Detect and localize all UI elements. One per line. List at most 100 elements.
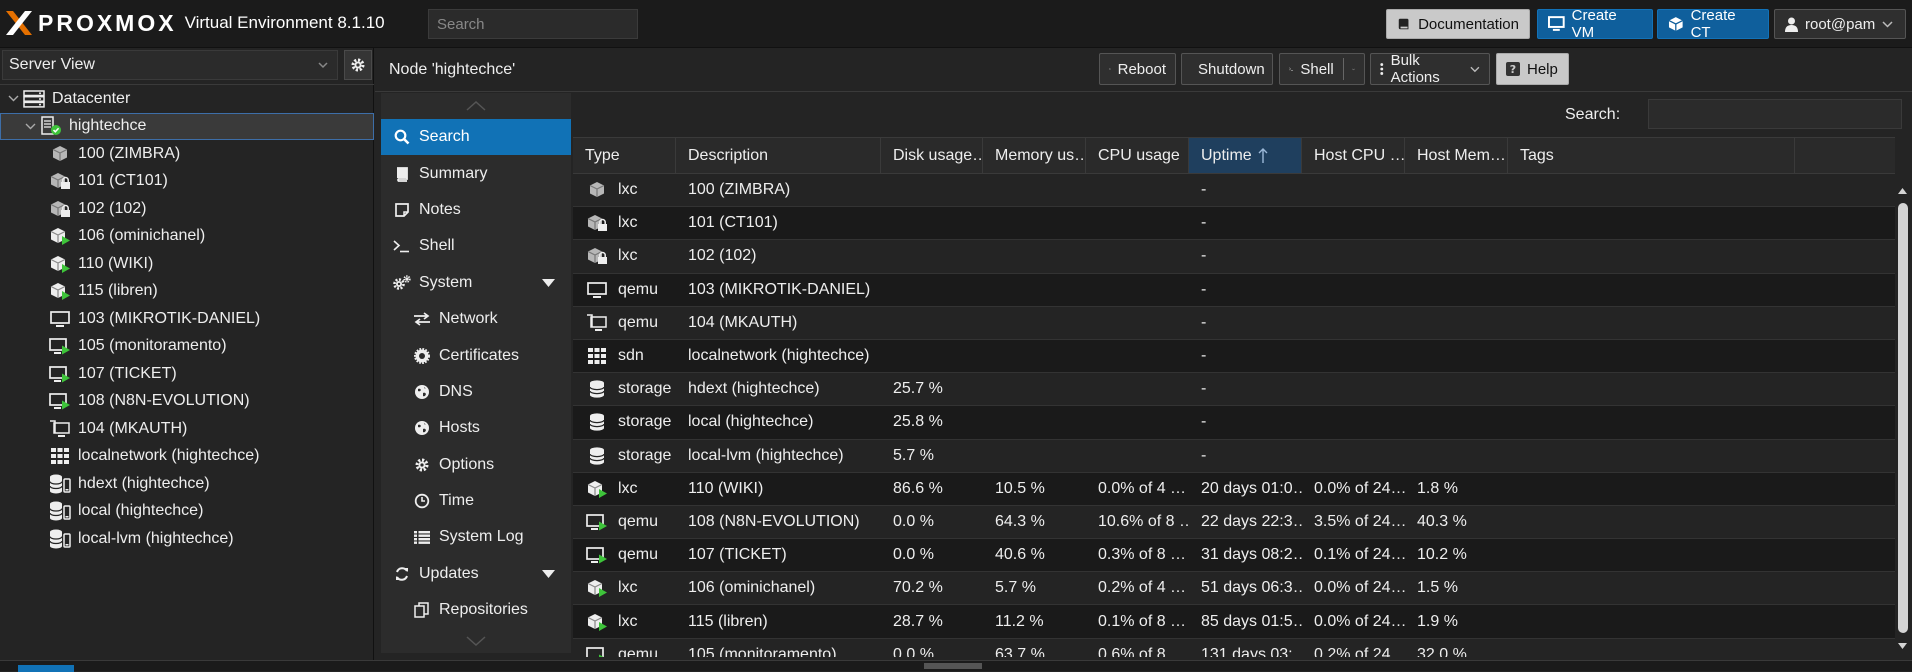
tree-item[interactable]: 100 (ZIMBRA): [0, 140, 374, 168]
cell-text: 103 (MIKROTIK-DANIEL): [688, 281, 870, 299]
panel-resize-handle[interactable]: [924, 663, 982, 669]
bulk-actions-button[interactable]: Bulk Actions: [1370, 53, 1490, 85]
tree-item[interactable]: Datacenter: [0, 85, 374, 113]
nav-scroll-down[interactable]: [381, 628, 571, 654]
tree-item[interactable]: local (hightechce): [0, 498, 374, 526]
nav-item-search[interactable]: Search: [381, 119, 571, 155]
nav-item-time[interactable]: Time: [381, 483, 571, 519]
table-row[interactable]: storagehdext (hightechce)25.7 %-: [573, 373, 1895, 406]
tree-item[interactable]: 101 (CT101): [0, 168, 374, 196]
column-header[interactable]: Host CPU …: [1302, 138, 1405, 173]
scroll-down-arrow-icon[interactable]: [1895, 640, 1910, 652]
database-icon: [588, 412, 606, 432]
tree-item[interactable]: localnetwork (hightechce): [0, 443, 374, 471]
tree-item[interactable]: 115 (libren): [0, 278, 374, 306]
caret-down-icon[interactable]: [542, 570, 555, 578]
nav-item-label: Repositories: [439, 601, 528, 619]
reboot-button[interactable]: Reboot: [1099, 53, 1176, 85]
cell-hmem: [1405, 440, 1508, 472]
nav-item-system-log[interactable]: System Log: [381, 519, 571, 555]
shell-button[interactable]: Shell: [1279, 53, 1365, 85]
nav-item-network[interactable]: Network: [381, 301, 571, 337]
tree-expand-icon[interactable]: [6, 95, 20, 102]
node-title: Node 'hightechce': [389, 61, 515, 79]
tree-expand-icon[interactable]: [23, 123, 37, 130]
cell-uptime: -: [1189, 207, 1302, 239]
column-header[interactable]: CPU usage: [1086, 138, 1189, 173]
cell-cpu: [1086, 373, 1189, 405]
tree-item[interactable]: 103 (MIKROTIK-DANIEL): [0, 305, 374, 333]
tree-item-label: 115 (libren): [78, 282, 158, 300]
grid-search-input[interactable]: [1648, 99, 1902, 129]
table-row[interactable]: qemu108 (N8N-EVOLUTION)0.0 %64.3 %10.6% …: [573, 506, 1895, 539]
column-header[interactable]: Disk usage…: [881, 138, 983, 173]
table-row[interactable]: lxc115 (libren)28.7 %11.2 %0.1% of 8 …85…: [573, 605, 1895, 638]
question-icon: ?: [1506, 62, 1520, 76]
column-header[interactable]: Uptime: [1189, 138, 1302, 173]
cell-cpu: [1086, 207, 1189, 239]
table-row[interactable]: lxc106 (ominichanel)70.2 %5.7 %0.2% of 4…: [573, 572, 1895, 605]
tree-item-icon: [37, 115, 65, 137]
nav-item-hosts[interactable]: Hosts: [381, 410, 571, 446]
server-view-select[interactable]: Server View: [2, 50, 338, 80]
table-row[interactable]: lxc102 (102)-: [573, 240, 1895, 273]
cell-cpu: 0.1% of 8 …: [1086, 605, 1189, 637]
table-row[interactable]: qemu105 (monitoramento)0.0 %63.7 %0.6% o…: [573, 639, 1895, 657]
nav-item-summary[interactable]: Summary: [381, 155, 571, 191]
column-header[interactable]: Memory us…: [983, 138, 1086, 173]
tree-item[interactable]: 104 (MKAUTH): [0, 415, 374, 443]
tree-item[interactable]: 102 (102): [0, 195, 374, 223]
cell-type: qemu: [573, 639, 676, 657]
chevron-down-icon[interactable]: [1352, 66, 1355, 73]
nav-item-system[interactable]: System: [381, 265, 571, 301]
column-header[interactable]: Host Mem…: [1405, 138, 1508, 173]
tree-item[interactable]: hightechce: [0, 113, 374, 141]
table-row[interactable]: lxc100 (ZIMBRA)-: [573, 174, 1895, 207]
cell-text: qemu: [618, 314, 658, 332]
tree-item[interactable]: 107 (TICKET): [0, 360, 374, 388]
grid-scrollbar[interactable]: [1895, 181, 1910, 656]
nav-item-notes[interactable]: Notes: [381, 192, 571, 228]
table-row[interactable]: qemu103 (MIKROTIK-DANIEL)-: [573, 274, 1895, 307]
tree-item[interactable]: 106 (ominichanel): [0, 223, 374, 251]
table-row[interactable]: storagelocal (hightechce)25.8 %-: [573, 406, 1895, 439]
nav-item-shell[interactable]: Shell: [381, 228, 571, 264]
tree-item[interactable]: 108 (N8N-EVOLUTION): [0, 388, 374, 416]
caret-down-icon[interactable]: [542, 279, 555, 287]
nav-item-updates[interactable]: Updates: [381, 556, 571, 592]
column-header[interactable]: Tags: [1508, 138, 1795, 173]
create-ct-button[interactable]: Create CT: [1657, 9, 1769, 39]
tree-item[interactable]: 105 (monitoramento): [0, 333, 374, 361]
nav-item-repositories[interactable]: Repositories: [381, 592, 571, 628]
cell-text: 100 (ZIMBRA): [688, 181, 790, 199]
create-vm-button[interactable]: Create VM: [1537, 9, 1653, 39]
table-row[interactable]: qemu104 (MKAUTH)-: [573, 307, 1895, 340]
scroll-up-arrow-icon[interactable]: [1895, 185, 1910, 197]
table-row[interactable]: lxc110 (WIKI)86.6 %10.5 %0.0% of 4 …20 d…: [573, 473, 1895, 506]
column-header[interactable]: Description: [676, 138, 881, 173]
certificate-icon: [413, 347, 431, 365]
table-row[interactable]: storagelocal-lvm (hightechce)5.7 %-: [573, 440, 1895, 473]
global-search-input[interactable]: [428, 9, 638, 39]
documentation-button[interactable]: Documentation: [1386, 9, 1530, 39]
tree-item[interactable]: 110 (WIKI): [0, 250, 374, 278]
proxmox-logo[interactable]: PROXMOX Virtual Environment 8.1.10: [4, 8, 385, 38]
nav-item-dns[interactable]: DNS: [381, 374, 571, 410]
tree-settings-button[interactable]: [344, 50, 372, 80]
nav-item-icon: [391, 202, 413, 218]
tree-item[interactable]: hdext (hightechce): [0, 470, 374, 498]
nav-item-options[interactable]: Options: [381, 447, 571, 483]
table-row[interactable]: lxc101 (CT101)-: [573, 207, 1895, 240]
user-menu-button[interactable]: root@pam: [1774, 9, 1906, 39]
shutdown-button[interactable]: Shutdown: [1181, 53, 1273, 85]
tree-item[interactable]: local-lvm (hightechce): [0, 525, 374, 553]
container-running-icon: [49, 226, 71, 246]
nav-scroll-up[interactable]: [381, 93, 571, 119]
table-row[interactable]: sdnlocalnetwork (hightechce)-: [573, 340, 1895, 373]
scrollbar-thumb[interactable]: [1898, 203, 1908, 633]
help-button[interactable]: ? Help: [1496, 53, 1569, 85]
table-row[interactable]: qemu107 (TICKET)0.0 %40.6 %0.3% of 8 …31…: [573, 539, 1895, 572]
nav-item-certificates[interactable]: Certificates: [381, 337, 571, 373]
cell-disk: 86.6 %: [881, 473, 983, 505]
column-header[interactable]: Type: [573, 138, 676, 173]
